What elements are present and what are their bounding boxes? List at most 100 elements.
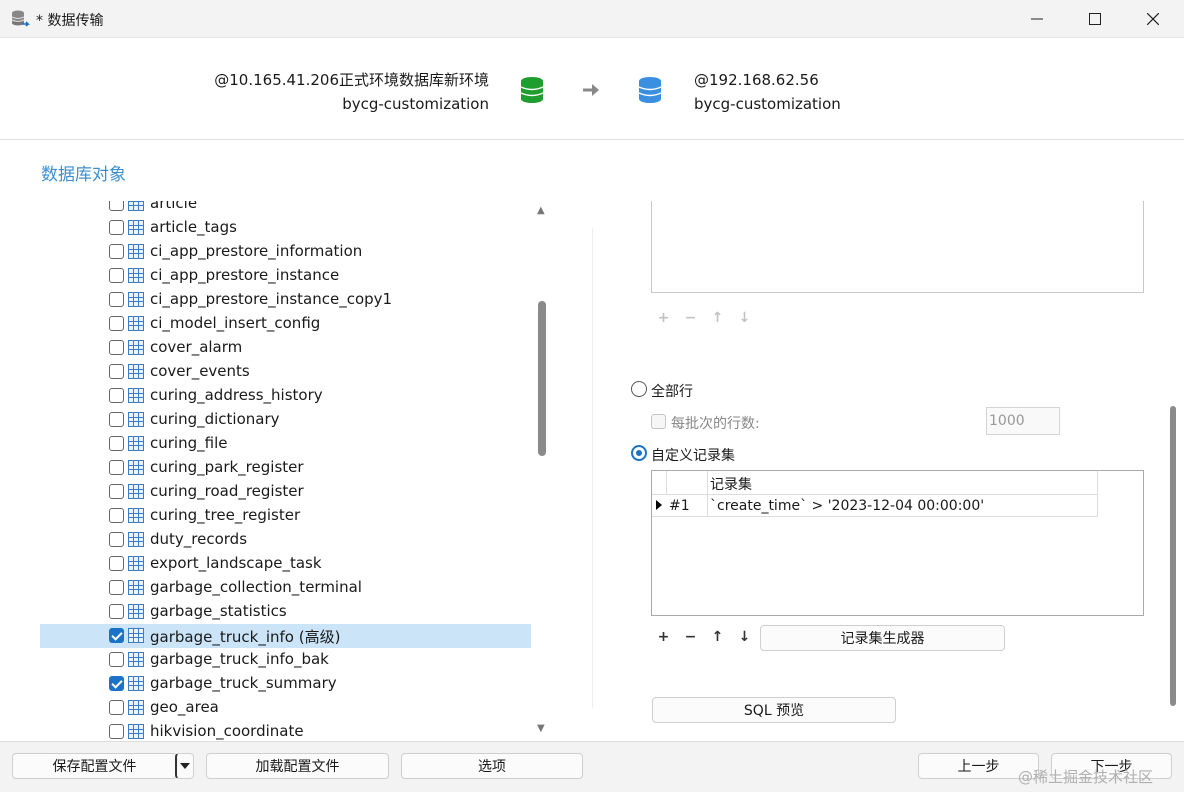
table-icon xyxy=(128,652,144,667)
condition-area[interactable] xyxy=(651,201,1144,293)
table-checkbox[interactable] xyxy=(109,412,124,427)
source-connection: @10.165.41.206正式环境数据库新环境 bycg-customizat… xyxy=(214,68,489,116)
table-row[interactable]: hikvision_coordinate xyxy=(40,720,531,741)
custom-recordset-label: 自定义记录集 xyxy=(651,448,735,464)
table-checkbox[interactable] xyxy=(109,700,124,715)
table-icon xyxy=(128,316,144,331)
scroll-thumb[interactable] xyxy=(538,301,546,456)
transfer-arrow-icon xyxy=(583,84,599,96)
table-checkbox[interactable] xyxy=(109,556,124,571)
minimize-button[interactable] xyxy=(1008,0,1066,38)
table-row[interactable]: garbage_collection_terminal xyxy=(40,576,531,600)
remove-icon[interactable]: − xyxy=(684,629,697,645)
table-row[interactable]: geo_area xyxy=(40,696,531,720)
table-checkbox[interactable] xyxy=(109,724,124,739)
save-profile-dropdown[interactable] xyxy=(175,753,194,779)
table-checkbox[interactable] xyxy=(109,316,124,331)
table-row[interactable]: duty_records xyxy=(40,528,531,552)
table-checkbox[interactable] xyxy=(109,676,124,691)
table-row[interactable]: ci_app_prestore_information xyxy=(40,240,531,264)
table-row[interactable]: curing_road_register xyxy=(40,480,531,504)
maximize-button[interactable] xyxy=(1066,0,1124,38)
table-icon xyxy=(128,388,144,403)
table-checkbox[interactable] xyxy=(109,628,124,643)
table-checkbox[interactable] xyxy=(109,580,124,595)
table-checkbox[interactable] xyxy=(109,484,124,499)
scroll-up-icon[interactable]: ▲ xyxy=(537,205,545,216)
table-row[interactable]: cover_events xyxy=(40,360,531,384)
panel-scrollbar[interactable] xyxy=(1164,201,1182,741)
panel-divider xyxy=(592,228,593,708)
table-row[interactable]: ci_model_insert_config xyxy=(40,312,531,336)
scroll-down-icon[interactable]: ▼ xyxy=(537,723,545,734)
database-objects-tree[interactable]: article article_tags ci_app_prestore_infor… xyxy=(40,201,531,741)
database-blue-icon xyxy=(638,77,662,103)
table-name: ci_app_prestore_instance xyxy=(150,266,340,284)
table-name: garbage_truck_info (高级) xyxy=(150,628,341,646)
table-icon xyxy=(128,604,144,619)
table-checkbox[interactable] xyxy=(109,532,124,547)
table-checkbox[interactable] xyxy=(109,201,124,211)
table-name: article xyxy=(150,201,198,212)
table-row[interactable]: cover_alarm xyxy=(40,336,531,360)
table-row[interactable]: garbage_statistics xyxy=(40,600,531,624)
table-row[interactable]: garbage_truck_summary xyxy=(40,672,531,696)
table-row[interactable]: ci_app_prestore_instance_copy1 xyxy=(40,288,531,312)
table-checkbox[interactable] xyxy=(109,268,124,283)
table-checkbox[interactable] xyxy=(109,364,124,379)
target-connection: @192.168.62.56 bycg-customization xyxy=(694,68,841,116)
table-checkbox[interactable] xyxy=(109,460,124,475)
table-row[interactable]: curing_tree_register xyxy=(40,504,531,528)
move-down-icon: ↓ xyxy=(738,310,751,326)
table-checkbox[interactable] xyxy=(109,436,124,451)
table-checkbox[interactable] xyxy=(109,340,124,355)
save-profile-button[interactable]: 保存配置文件 xyxy=(12,753,177,779)
table-row[interactable]: export_landscape_task xyxy=(40,552,531,576)
sql-preview-button[interactable]: SQL 预览 xyxy=(652,697,896,723)
move-down-icon[interactable]: ↓ xyxy=(738,629,751,645)
table-icon xyxy=(128,484,144,499)
all-rows-radio[interactable] xyxy=(631,381,647,397)
add-icon: + xyxy=(657,310,670,326)
table-icon xyxy=(128,268,144,283)
move-up-icon[interactable]: ↑ xyxy=(711,629,724,645)
table-row[interactable]: article_tags xyxy=(40,216,531,240)
row-pointer-icon xyxy=(656,500,662,510)
move-up-icon: ↑ xyxy=(711,310,724,326)
table-row[interactable]: article xyxy=(40,201,531,216)
transfer-header: @10.165.41.206正式环境数据库新环境 bycg-customizat… xyxy=(0,38,1184,140)
load-profile-button[interactable]: 加载配置文件 xyxy=(206,753,389,779)
table-row[interactable]: ci_app_prestore_instance xyxy=(40,264,531,288)
add-icon[interactable]: + xyxy=(657,629,670,645)
table-checkbox[interactable] xyxy=(109,652,124,667)
recordset-generator-button[interactable]: 记录集生成器 xyxy=(760,625,1005,651)
table-row[interactable]: garbage_truck_info_bak xyxy=(40,648,531,672)
table-checkbox[interactable] xyxy=(109,508,124,523)
batch-rows-checkbox[interactable] xyxy=(651,414,666,429)
table-row[interactable]: garbage_truck_info (高级) xyxy=(40,624,531,648)
table-row[interactable]: curing_file xyxy=(40,432,531,456)
table-checkbox[interactable] xyxy=(109,220,124,235)
recordset-grid[interactable]: 记录集 #1 `create_time` > '2023-12-04 00:00… xyxy=(651,470,1144,616)
close-button[interactable] xyxy=(1124,0,1182,38)
table-icon xyxy=(128,364,144,379)
options-button[interactable]: 选项 xyxy=(401,753,583,779)
custom-recordset-radio[interactable] xyxy=(631,445,647,461)
grid-header-id xyxy=(667,471,708,495)
table-icon xyxy=(128,460,144,475)
table-checkbox[interactable] xyxy=(109,244,124,259)
disabled-toolbar: + − ↑ ↓ xyxy=(657,310,751,326)
table-checkbox[interactable] xyxy=(109,604,124,619)
table-checkbox[interactable] xyxy=(109,388,124,403)
batch-rows-label: 每批次的行数: xyxy=(671,416,760,432)
tree-scrollbar[interactable]: ▲ ▼ xyxy=(533,201,551,741)
table-icon xyxy=(128,340,144,355)
table-row[interactable]: curing_park_register xyxy=(40,456,531,480)
table-row[interactable]: curing_address_history xyxy=(40,384,531,408)
batch-rows-input[interactable]: 1000 xyxy=(986,407,1060,435)
table-row[interactable]: curing_dictionary xyxy=(40,408,531,432)
row-recordset-value[interactable]: `create_time` > '2023-12-04 00:00:00' xyxy=(708,495,1098,517)
panel-scroll-thumb[interactable] xyxy=(1170,406,1176,706)
table-row[interactable]: #1 `create_time` > '2023-12-04 00:00:00' xyxy=(652,495,1098,517)
table-checkbox[interactable] xyxy=(109,292,124,307)
